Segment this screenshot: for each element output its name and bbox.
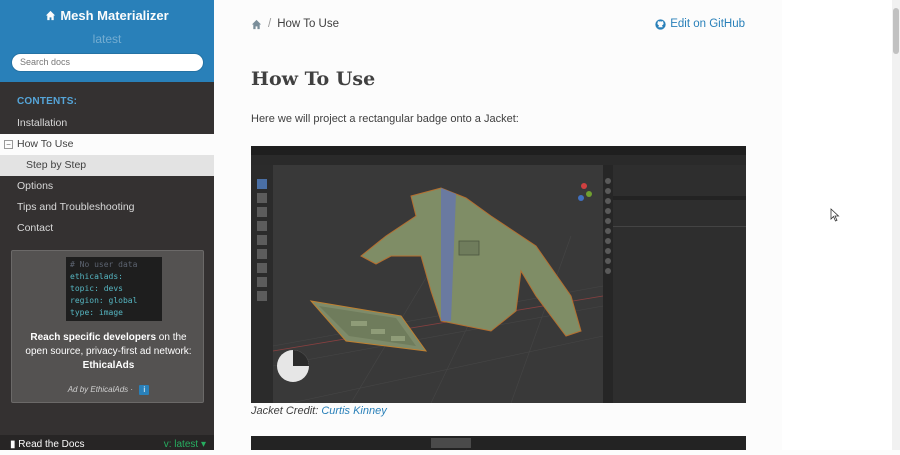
intro-paragraph: Here we will project a rectangular badge… bbox=[251, 113, 519, 125]
book-icon: ▮ bbox=[10, 439, 16, 450]
breadcrumb-current: How To Use bbox=[277, 18, 339, 30]
sidebar-item-label: How To Use bbox=[17, 138, 74, 150]
ad-by-link[interactable]: Ad by EthicalAds bbox=[68, 385, 128, 394]
collapse-toggle-icon[interactable]: − bbox=[4, 140, 13, 149]
blender-screenshot bbox=[251, 146, 746, 403]
ad-text-network: EthicalAds bbox=[82, 360, 135, 371]
caption-prefix: Jacket Credit: bbox=[251, 405, 322, 417]
sidebar-item-tips[interactable]: Tips and Troubleshooting bbox=[0, 197, 214, 218]
image-caption: Jacket Credit: Curtis Kinney bbox=[251, 405, 387, 417]
page-title: How To Use bbox=[251, 68, 376, 90]
home-icon bbox=[46, 10, 56, 21]
project-title: Mesh Materializer bbox=[60, 8, 169, 23]
breadcrumb: / How To Use bbox=[251, 18, 339, 30]
info-icon[interactable]: i bbox=[139, 385, 150, 395]
rtd-label: Read the Docs bbox=[18, 439, 85, 450]
home-icon[interactable] bbox=[251, 19, 262, 30]
github-icon bbox=[655, 18, 666, 30]
ethical-ad[interactable]: # No user data ethicalads: topic: devs r… bbox=[11, 250, 204, 403]
contents-caption: CONTENTS: bbox=[17, 96, 78, 107]
mouse-cursor-icon bbox=[830, 208, 840, 222]
ad-code-line: # No user data bbox=[70, 260, 138, 269]
main-content: / How To Use Edit on GitHub How To Use H… bbox=[214, 0, 782, 450]
rtd-version-label: v: latest bbox=[163, 439, 199, 450]
rtd-version[interactable]: v: latest ▾ bbox=[164, 435, 206, 455]
sidebar-item-contact[interactable]: Contact bbox=[0, 218, 214, 239]
ad-dot: · bbox=[130, 385, 134, 394]
search-input[interactable]: Search docs bbox=[11, 53, 204, 72]
ad-code-line: ethicalads: bbox=[70, 272, 123, 281]
sidebar-item-how-to-use[interactable]: − How To Use bbox=[0, 134, 214, 155]
page-scrollbar[interactable] bbox=[892, 0, 900, 450]
ad-code-image[interactable]: # No user data ethicalads: topic: devs r… bbox=[66, 257, 162, 321]
ad-code-line: type: image bbox=[70, 308, 123, 317]
blender-screenshot-image bbox=[251, 146, 746, 403]
version-label: latest bbox=[92, 32, 122, 46]
breadcrumb-separator: / bbox=[268, 18, 272, 30]
curtis-kinney-link[interactable]: Curtis Kinney bbox=[321, 405, 386, 417]
ad-text-bold: Reach specific developers bbox=[30, 332, 157, 343]
project-title-link[interactable]: Mesh Materializer bbox=[45, 8, 169, 23]
ad-code-line: topic: devs bbox=[70, 284, 123, 293]
ad-text[interactable]: Reach specific developers on the open so… bbox=[18, 331, 199, 373]
right-blank-area bbox=[782, 0, 892, 450]
ad-code-line: region: global bbox=[70, 296, 138, 305]
scrollbar-thumb[interactable] bbox=[893, 8, 899, 54]
sidebar: Mesh Materializer latest Search docs CON… bbox=[0, 0, 214, 450]
blender-screenshot-2 bbox=[251, 436, 746, 450]
blender-screenshot-2-image bbox=[251, 436, 746, 450]
sidebar-item-options[interactable]: Options bbox=[0, 176, 214, 197]
edit-label: Edit on GitHub bbox=[670, 18, 745, 30]
edit-on-github-link[interactable]: Edit on GitHub bbox=[655, 18, 745, 30]
ad-byline: Ad by EthicalAds · i bbox=[12, 385, 205, 395]
sidebar-nav: Installation − How To Use Step by Step O… bbox=[0, 113, 214, 239]
caret-down-icon: ▾ bbox=[200, 439, 206, 450]
sidebar-item-installation[interactable]: Installation bbox=[0, 113, 214, 134]
rtd-version-bar[interactable]: ▮ Read the Docs v: latest ▾ bbox=[0, 435, 214, 450]
sidebar-item-step-by-step[interactable]: Step by Step bbox=[0, 155, 214, 176]
